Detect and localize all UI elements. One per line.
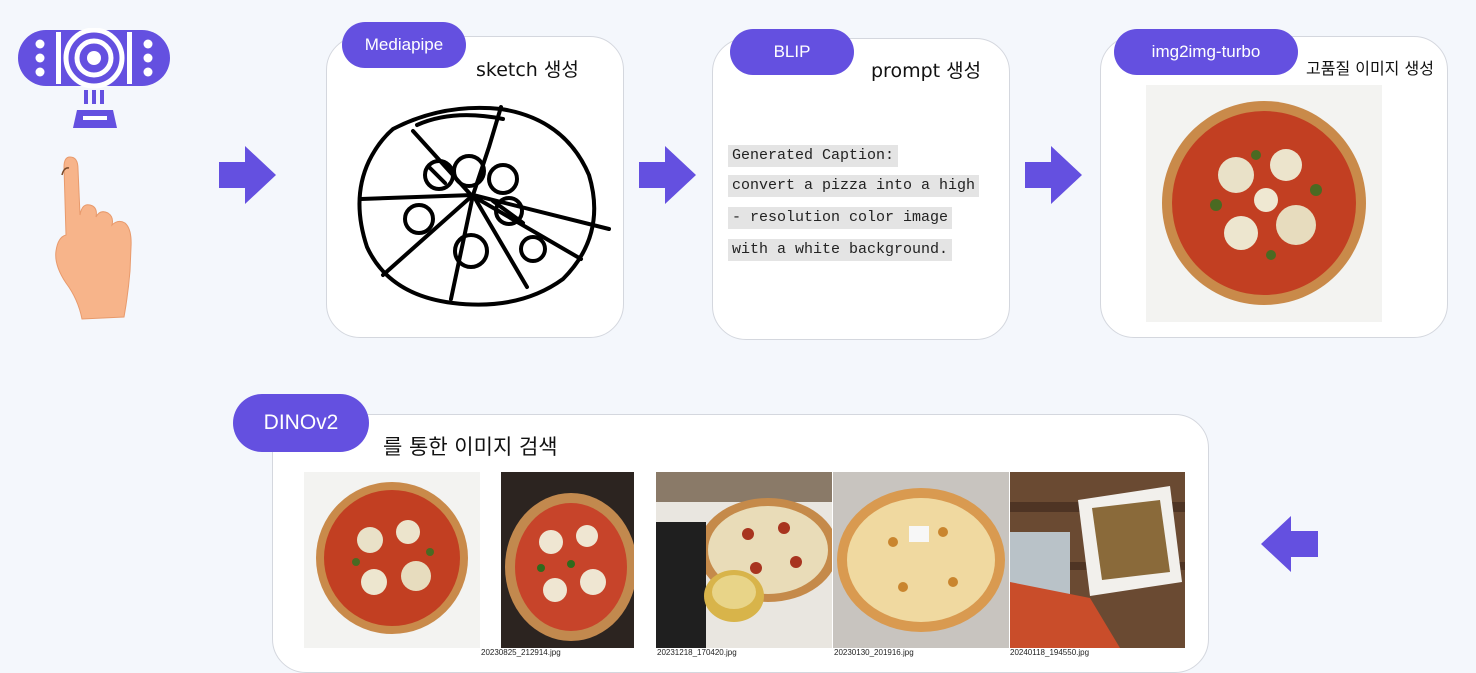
prompt-step-caption: prompt 생성 xyxy=(871,60,982,82)
blip-tag: BLIP xyxy=(730,29,854,75)
search-result-image xyxy=(1010,472,1185,648)
caption-line: Generated Caption: xyxy=(728,145,899,167)
result-filename: 20230130_201916.jpg xyxy=(834,648,914,657)
webcam-icon xyxy=(18,28,170,128)
generation-step-caption: 고품질 이미지 생성 xyxy=(1306,59,1434,78)
result-filename: 20240118_194550.jpg xyxy=(1010,648,1090,657)
generated-pizza-image xyxy=(1146,85,1382,322)
search-result-image xyxy=(833,472,1009,648)
arrow-right-icon xyxy=(1025,146,1082,204)
arrow-left-icon xyxy=(1261,516,1318,572)
arrow-right-icon xyxy=(639,146,696,204)
caption-line: - resolution color image xyxy=(728,207,953,229)
search-result-image xyxy=(656,472,832,648)
result-filename: 20231218_170420.jpg xyxy=(657,648,737,657)
mediapipe-tag: Mediapipe xyxy=(342,22,466,68)
pointing-hand-icon xyxy=(55,156,132,320)
caption-line: convert a pizza into a high xyxy=(728,175,980,197)
generation-step-card xyxy=(1100,36,1448,338)
sketch-step-caption: sketch 생성 xyxy=(476,59,579,81)
pizza-sketch-image xyxy=(357,105,611,307)
sketch-step-card xyxy=(326,36,624,338)
caption-line: with a white background. xyxy=(728,239,953,261)
dinov2-tag: DINOv2 xyxy=(233,394,369,452)
search-result-image xyxy=(501,472,634,648)
img2img-turbo-tag: img2img-turbo xyxy=(1114,29,1298,75)
query-pizza-image xyxy=(304,472,480,648)
result-filename: 20230825_212914.jpg xyxy=(481,648,561,657)
search-caption: 를 통한 이미지 검색 xyxy=(383,435,558,459)
arrow-right-icon xyxy=(219,146,276,204)
